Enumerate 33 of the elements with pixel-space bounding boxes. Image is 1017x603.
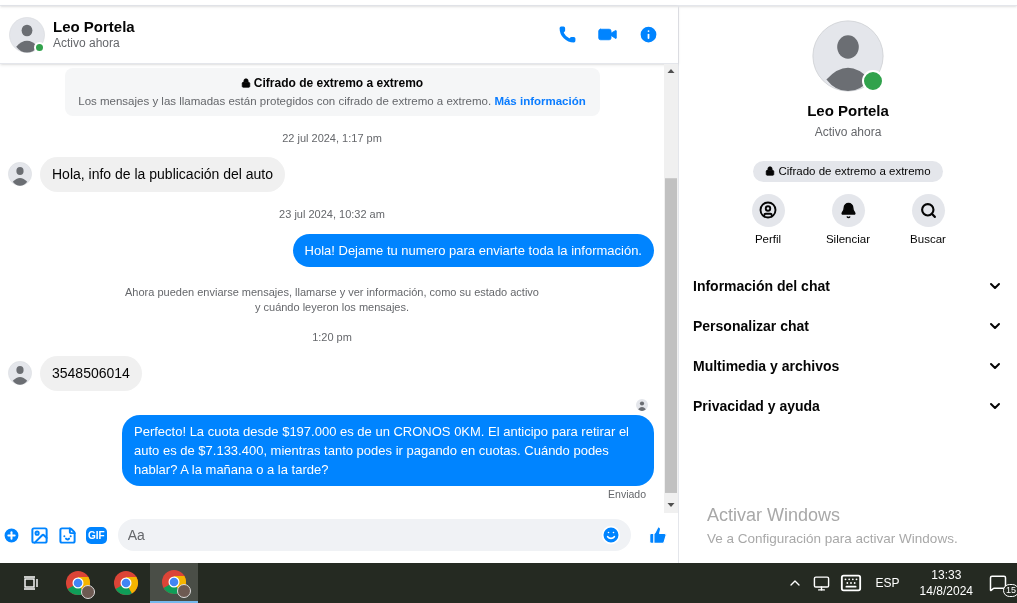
encryption-text: Los mensajes y las llamadas están protegidos con cifrado de extremo a extremo. Más información	[78, 94, 586, 109]
message-timestamp: 23 jul 2024, 10:32 am	[279, 206, 385, 222]
outgoing-message: Hola! Dejame tu numero para enviarte toda la información.	[292, 234, 654, 268]
info-section-header[interactable]: Personalizar chat	[693, 306, 1003, 346]
info-section-header[interactable]: Multimedia y archivos	[693, 346, 1003, 386]
encryption-badge-text: Cifrado de extremo a extremo	[778, 163, 931, 179]
contact-name: Leo Portela	[53, 17, 135, 37]
language-indicator[interactable]: ESP	[875, 574, 900, 592]
notification-count: 15	[1003, 584, 1017, 597]
info-section-header[interactable]: Información del chat	[693, 266, 1003, 306]
clock-time: 13:33	[931, 567, 962, 583]
message-input[interactable]: Aa	[127, 524, 601, 546]
incoming-message: 3548506014	[40, 355, 142, 391]
message-timestamp: 22 jul 2024, 1:17 pm	[282, 131, 382, 147]
contact-status: Activo ahora	[53, 36, 121, 52]
gif-button[interactable]: GIF	[86, 526, 107, 544]
activation-text: Ve a Configuración para activar Windows.	[707, 530, 958, 548]
outgoing-message: Perfecto! La cuota desde $197.000 es de un CRONOS 0KM. El anticipo para retirar el auto es de $7.133.400, mientras tanto podes ir pagando en cuotas. Cuándo podes hablar? A la mañana o a la tarde?	[122, 414, 654, 486]
more-info-link[interactable]: Más información	[494, 95, 586, 107]
encryption-title: Cifrado de extremo a extremo	[253, 75, 424, 92]
profile-action-label: Perfil	[754, 231, 782, 247]
activation-title: Activar Windows	[707, 504, 842, 527]
profile-status: Activo ahora	[814, 123, 882, 141]
message-status: Enviado	[608, 486, 646, 502]
profile-action-label: Silenciar	[825, 231, 871, 247]
incoming-message: Hola, info de la publicación del auto	[40, 156, 286, 192]
system-message: Ahora pueden enviarse mensajes, llamarse y ver información, como su estado activo y cuándo leyeron los mensajes.	[124, 285, 540, 316]
info-section-header[interactable]: Privacidad y ayuda	[693, 386, 1003, 426]
profile-name: Leo Portela	[807, 101, 889, 121]
message-field[interactable]: Aa	[117, 519, 631, 551]
message-timestamp: 1:20 pm	[312, 330, 352, 346]
profile-action-label: Buscar	[910, 231, 946, 247]
clock-date: 14/8/2024	[919, 583, 973, 599]
